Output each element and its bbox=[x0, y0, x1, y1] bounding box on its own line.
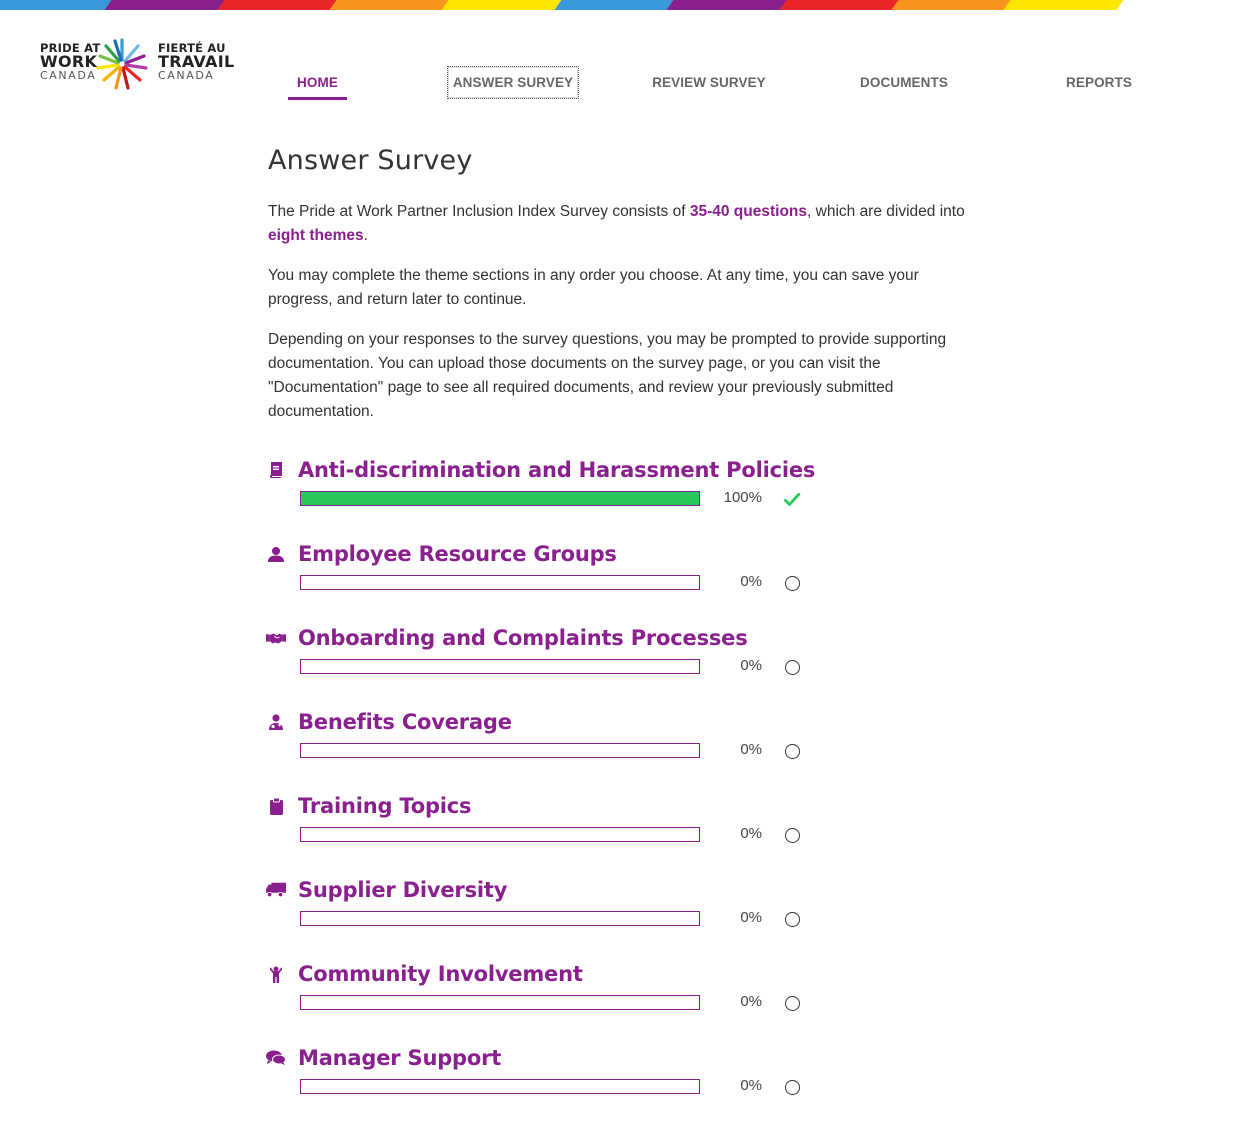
intro-paragraph-1: The Pride at Work Partner Inclusion Inde… bbox=[268, 200, 978, 248]
circle-icon bbox=[782, 573, 802, 593]
rainbow-segment bbox=[891, 0, 1019, 10]
theme-link-anti-discrimination-and-harassment-policies[interactable]: Anti-discrimination and Harassment Polic… bbox=[298, 458, 815, 482]
rainbow-segment bbox=[0, 0, 120, 10]
progress-percent: 100% bbox=[723, 489, 762, 506]
rainbow-segment bbox=[441, 0, 570, 10]
theme-row: Benefits Coverage 0% bbox=[266, 707, 826, 791]
progress-percent: 0% bbox=[740, 825, 762, 842]
theme-row: Employee Resource Groups 0% bbox=[266, 539, 826, 623]
progress-bar bbox=[300, 911, 700, 926]
progress-bar bbox=[300, 1079, 700, 1094]
theme-header: Supplier Diversity bbox=[266, 875, 826, 905]
circle-icon bbox=[782, 657, 802, 677]
logo-line: CANADA bbox=[158, 69, 215, 82]
nav-documents[interactable]: DOCUMENTS bbox=[850, 66, 958, 99]
truck-icon bbox=[266, 880, 286, 900]
progress-bar bbox=[300, 827, 700, 842]
intro-paragraph-3: Depending on your responses to the surve… bbox=[268, 331, 947, 420]
nav-review-survey[interactable]: REVIEW SURVEY bbox=[642, 66, 776, 99]
theme-header: Community Involvement bbox=[266, 959, 826, 989]
theme-row: Training Topics 0% bbox=[266, 791, 826, 875]
intro-text: The Pride at Work Partner Inclusion Inde… bbox=[268, 203, 690, 220]
rainbow-segment bbox=[666, 0, 795, 10]
nav-reports[interactable]: REPORTS bbox=[1056, 66, 1142, 99]
progress-percent: 0% bbox=[740, 993, 762, 1010]
theme-list: Anti-discrimination and Harassment Polic… bbox=[266, 455, 826, 1127]
question-count-highlight: 35-40 questions bbox=[689, 203, 808, 220]
nav-answer-survey[interactable]: ANSWER SURVEY bbox=[447, 66, 579, 99]
rainbow-segment bbox=[329, 0, 457, 10]
progress-percent: 0% bbox=[740, 909, 762, 926]
progress-percent: 0% bbox=[740, 1077, 762, 1094]
nav-home[interactable]: HOME bbox=[288, 66, 347, 100]
theme-row: Onboarding and Complaints Processes 0% bbox=[266, 623, 826, 707]
logo-text-french: FIERTÉ AU TRAVAIL CANADA bbox=[158, 42, 234, 82]
circle-icon bbox=[782, 741, 802, 761]
intro-text: , which are divided into bbox=[807, 203, 965, 220]
circle-icon bbox=[782, 1077, 802, 1097]
theme-link-training-topics[interactable]: Training Topics bbox=[298, 794, 472, 818]
theme-count-highlight: eight themes bbox=[268, 227, 364, 244]
logo[interactable]: PRIDE AT WORK CANADA FIERTÉ AU TRAVAIL C… bbox=[40, 38, 234, 90]
rainbow-segment bbox=[1003, 0, 1132, 10]
rainbow-segment bbox=[779, 0, 907, 10]
progress-bar bbox=[300, 659, 700, 674]
theme-header: Anti-discrimination and Harassment Polic… bbox=[266, 455, 826, 485]
progress-percent: 0% bbox=[740, 573, 762, 590]
handshake-icon bbox=[266, 628, 286, 648]
circle-icon bbox=[782, 993, 802, 1013]
rainbow-segment bbox=[1116, 0, 1236, 10]
progress-bar bbox=[300, 995, 700, 1010]
theme-header: Benefits Coverage bbox=[266, 707, 826, 737]
theme-header: Employee Resource Groups bbox=[266, 539, 826, 569]
theme-link-community-involvement[interactable]: Community Involvement bbox=[298, 962, 583, 986]
theme-row: Supplier Diversity 0% bbox=[266, 875, 826, 959]
main-nav: HOME ANSWER SURVEY REVIEW SURVEY DOCUMEN… bbox=[270, 66, 1230, 106]
theme-link-employee-resource-groups[interactable]: Employee Resource Groups bbox=[298, 542, 617, 566]
theme-header: Onboarding and Complaints Processes bbox=[266, 623, 826, 653]
logo-line: TRAVAIL bbox=[158, 52, 235, 71]
theme-row: Manager Support 0% bbox=[266, 1043, 826, 1127]
child-icon bbox=[266, 964, 286, 984]
check-icon bbox=[782, 489, 802, 509]
rainbow-stripe bbox=[0, 0, 1236, 10]
book-icon bbox=[266, 460, 286, 480]
progress-bar bbox=[300, 491, 700, 506]
intro-paragraph-2: You may complete the theme sections in a… bbox=[268, 267, 919, 308]
rainbow-segment bbox=[104, 0, 233, 10]
theme-row: Anti-discrimination and Harassment Polic… bbox=[266, 455, 826, 539]
user-md-icon bbox=[266, 712, 286, 732]
theme-link-onboarding-and-complaints-processes[interactable]: Onboarding and Complaints Processes bbox=[298, 626, 748, 650]
circle-icon bbox=[782, 825, 802, 845]
circle-icon bbox=[782, 909, 802, 929]
main-content: Answer Survey The Pride at Work Partner … bbox=[268, 145, 978, 440]
progress-bar bbox=[300, 743, 700, 758]
theme-row: Community Involvement 0% bbox=[266, 959, 826, 1043]
rainbow-segment bbox=[554, 0, 682, 10]
theme-link-manager-support[interactable]: Manager Support bbox=[298, 1046, 501, 1070]
logo-burst-icon bbox=[96, 38, 148, 90]
progress-bar bbox=[300, 575, 700, 590]
theme-link-benefits-coverage[interactable]: Benefits Coverage bbox=[298, 710, 512, 734]
progress-fill bbox=[301, 492, 699, 505]
user-icon bbox=[266, 544, 286, 564]
clipboard-icon bbox=[266, 796, 286, 816]
rainbow-segment bbox=[217, 0, 345, 10]
theme-header: Manager Support bbox=[266, 1043, 826, 1073]
progress-percent: 0% bbox=[740, 657, 762, 674]
intro-text: . bbox=[363, 227, 368, 244]
theme-link-supplier-diversity[interactable]: Supplier Diversity bbox=[298, 878, 507, 902]
page-title: Answer Survey bbox=[268, 145, 473, 176]
progress-percent: 0% bbox=[740, 741, 762, 758]
theme-header: Training Topics bbox=[266, 791, 826, 821]
comments-icon bbox=[266, 1048, 286, 1068]
